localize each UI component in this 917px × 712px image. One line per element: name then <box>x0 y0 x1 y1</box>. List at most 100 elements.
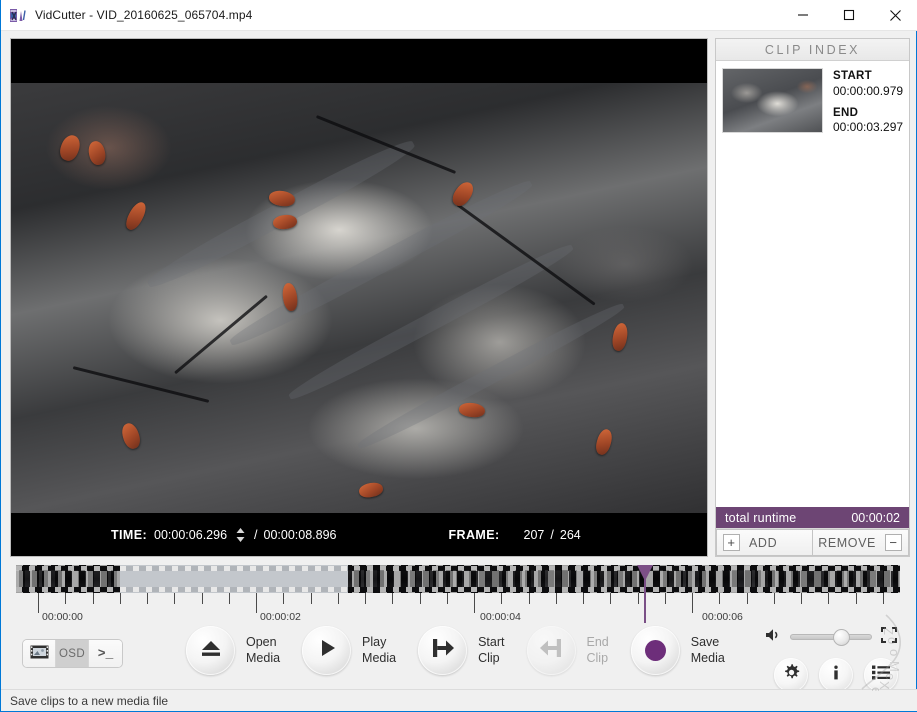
frame-total: 264 <box>559 527 581 542</box>
frame-label: FRAME: <box>448 527 500 542</box>
time-total: 00:00:08.896 <box>263 527 337 542</box>
thumbnail-toggle-button[interactable] <box>23 640 56 667</box>
timeline-filmstrip[interactable] <box>16 565 900 593</box>
titlebar: VidCutter - VID_20160625_065704.mp4 <box>1 0 917 31</box>
ruler-tick-minor <box>856 593 857 604</box>
open-media-label: Open Media <box>246 635 280 666</box>
end-clip-label: End Clip <box>587 635 609 666</box>
ruler-tick-minor <box>747 593 748 604</box>
ruler-tick-minor <box>420 593 421 604</box>
clip-selection-region[interactable] <box>120 565 348 593</box>
volume-slider-handle[interactable] <box>833 629 851 646</box>
total-runtime-value: 00:00:02 <box>851 510 900 525</box>
ruler-tick-minor <box>828 593 829 604</box>
time-stepper[interactable] <box>235 526 246 544</box>
ruler-tick-minor <box>392 593 393 604</box>
eject-icon <box>198 637 224 664</box>
minimize-button[interactable] <box>780 0 826 31</box>
video-osd-info: TIME: 00:00:06.296 / 00:00:08.896 FRAME:… <box>11 513 707 556</box>
video-frame <box>11 83 707 515</box>
ruler-tick-minor <box>174 593 175 604</box>
ruler-tick-minor <box>774 593 775 604</box>
bottom-toolbar: OSD >_ Open Media Play Media Start Clip … <box>1 622 917 692</box>
ruler-tick-minor <box>638 593 639 604</box>
osd-toggle-button[interactable]: OSD <box>56 640 89 667</box>
end-clip-button[interactable] <box>526 626 576 675</box>
save-media-button[interactable] <box>630 626 680 675</box>
info-button[interactable] <box>819 658 853 692</box>
utility-icon-row <box>774 658 898 692</box>
total-runtime-bar: total runtime 00:00:02 <box>716 507 909 528</box>
clip-index-panel: CLIP INDEX START 00:00:00.979 END 00:00:… <box>715 38 910 557</box>
ruler-tick-minor <box>665 593 666 604</box>
timeline-ruler[interactable]: 00:00:00 00:00:02 00:00:04 00:00:06 <box>16 593 900 623</box>
ruler-tick-major <box>38 593 39 613</box>
ruler-tick-minor <box>311 593 312 604</box>
ruler-tick-minor <box>120 593 121 604</box>
primary-actions: Open Media Play Media Start Clip End Cli… <box>186 626 747 675</box>
end-clip-action[interactable]: End Clip <box>526 626 609 675</box>
mini-toolbar: OSD >_ <box>22 639 123 668</box>
info-icon <box>827 664 845 687</box>
total-runtime-label: total runtime <box>725 510 797 525</box>
start-clip-action[interactable]: Start Clip <box>418 626 505 675</box>
playhead-stem <box>644 575 646 623</box>
clip-index-list[interactable]: START 00:00:00.979 END 00:00:03.297 <box>716 61 909 507</box>
volume-row <box>764 625 898 649</box>
play-media-line2: Media <box>362 650 397 665</box>
open-media-line1: Open <box>246 635 277 650</box>
open-media-line2: Media <box>246 650 281 665</box>
ruler-tick-minor <box>583 593 584 604</box>
open-media-button[interactable] <box>186 626 235 675</box>
ruler-tick-minor <box>529 593 530 604</box>
titlebar-drag-region[interactable]: VidCutter - VID_20160625_065704.mp4 <box>1 8 780 23</box>
ruler-tick-minor <box>93 593 94 604</box>
open-media-action[interactable]: Open Media <box>186 626 280 675</box>
save-media-line1: Save <box>690 635 720 650</box>
menu-button[interactable] <box>864 658 898 692</box>
clip-start-value: 00:00:00.979 <box>833 83 904 98</box>
save-media-action[interactable]: Save Media <box>630 626 725 675</box>
volume-slider[interactable] <box>790 629 872 646</box>
add-clip-button[interactable]: + ADD <box>716 529 813 556</box>
timeline[interactable]: 00:00:00 00:00:02 00:00:04 00:00:06 <box>10 565 908 623</box>
window-controls <box>780 0 917 31</box>
save-media-line2: Media <box>690 650 725 665</box>
ruler-tick-minor <box>719 593 720 604</box>
start-clip-button[interactable] <box>418 626 468 675</box>
ruler-tick-minor <box>501 593 502 604</box>
start-clip-line2: Clip <box>478 650 500 665</box>
close-button[interactable] <box>872 0 917 31</box>
clip-times: START 00:00:00.979 END 00:00:03.297 <box>833 68 903 134</box>
speaker-icon[interactable] <box>764 627 782 648</box>
time-current: 00:00:06.296 <box>154 527 228 542</box>
fullscreen-icon[interactable] <box>881 626 897 648</box>
console-toggle-button[interactable]: >_ <box>89 640 122 667</box>
clip-thumbnail <box>722 68 823 133</box>
ruler-tick-minor <box>338 593 339 604</box>
ruler-tick-minor <box>365 593 366 604</box>
end-clip-line2: Clip <box>586 650 609 665</box>
ruler-tick-minor <box>610 593 611 604</box>
window-title: VidCutter - VID_20160625_065704.mp4 <box>35 8 253 22</box>
start-clip-label: Start Clip <box>478 635 504 666</box>
minus-icon: − <box>885 534 902 551</box>
list-item[interactable]: START 00:00:00.979 END 00:00:03.297 <box>716 64 909 138</box>
ruler-tick-minor <box>283 593 284 604</box>
ruler-tick-major <box>474 593 475 613</box>
gear-icon <box>782 663 801 687</box>
time-readout: TIME: 00:00:06.296 / 00:00:08.896 <box>111 526 337 544</box>
vidcutter-film-icon <box>10 8 27 23</box>
settings-button[interactable] <box>774 658 808 692</box>
clip-actions: + ADD REMOVE − <box>716 528 909 556</box>
ruler-tick-minor <box>801 593 802 604</box>
play-media-button[interactable] <box>302 626 352 675</box>
clip-end-value: 00:00:03.297 <box>833 120 904 135</box>
plus-icon: + <box>723 534 740 551</box>
ruler-tick-major <box>256 593 257 613</box>
play-media-action[interactable]: Play Media <box>302 626 396 675</box>
remove-clip-button[interactable]: REMOVE − <box>813 529 909 556</box>
video-player[interactable]: TIME: 00:00:06.296 / 00:00:08.896 FRAME:… <box>10 38 708 557</box>
maximize-button[interactable] <box>826 0 872 31</box>
play-media-line1: Play <box>362 635 387 650</box>
